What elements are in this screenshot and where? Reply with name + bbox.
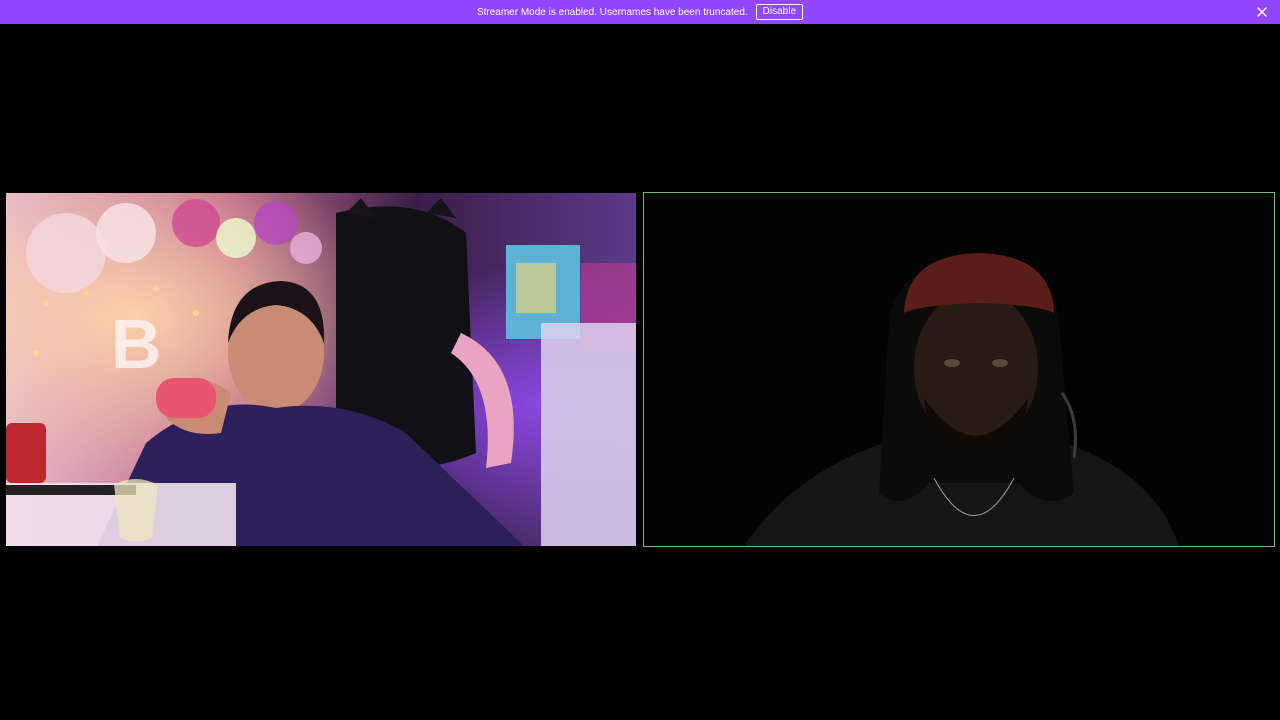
svg-text:B: B <box>111 305 162 383</box>
video-stage: B <box>0 24 1280 720</box>
participant-video-right[interactable] <box>643 192 1275 547</box>
webcam-feed-right <box>644 193 1274 546</box>
video-call-window: Streamer Mode is enabled. Usernames have… <box>0 0 1280 720</box>
participant-video-left[interactable]: B <box>5 192 637 547</box>
disable-streamer-mode-button[interactable]: Disable <box>755 4 804 20</box>
webcam-feed-left: B <box>6 193 636 546</box>
streamer-mode-message: Streamer Mode is enabled. Usernames have… <box>476 6 748 18</box>
streamer-mode-banner: Streamer Mode is enabled. Usernames have… <box>0 0 1280 24</box>
close-banner-button[interactable] <box>1254 4 1270 20</box>
close-icon <box>1257 7 1267 17</box>
